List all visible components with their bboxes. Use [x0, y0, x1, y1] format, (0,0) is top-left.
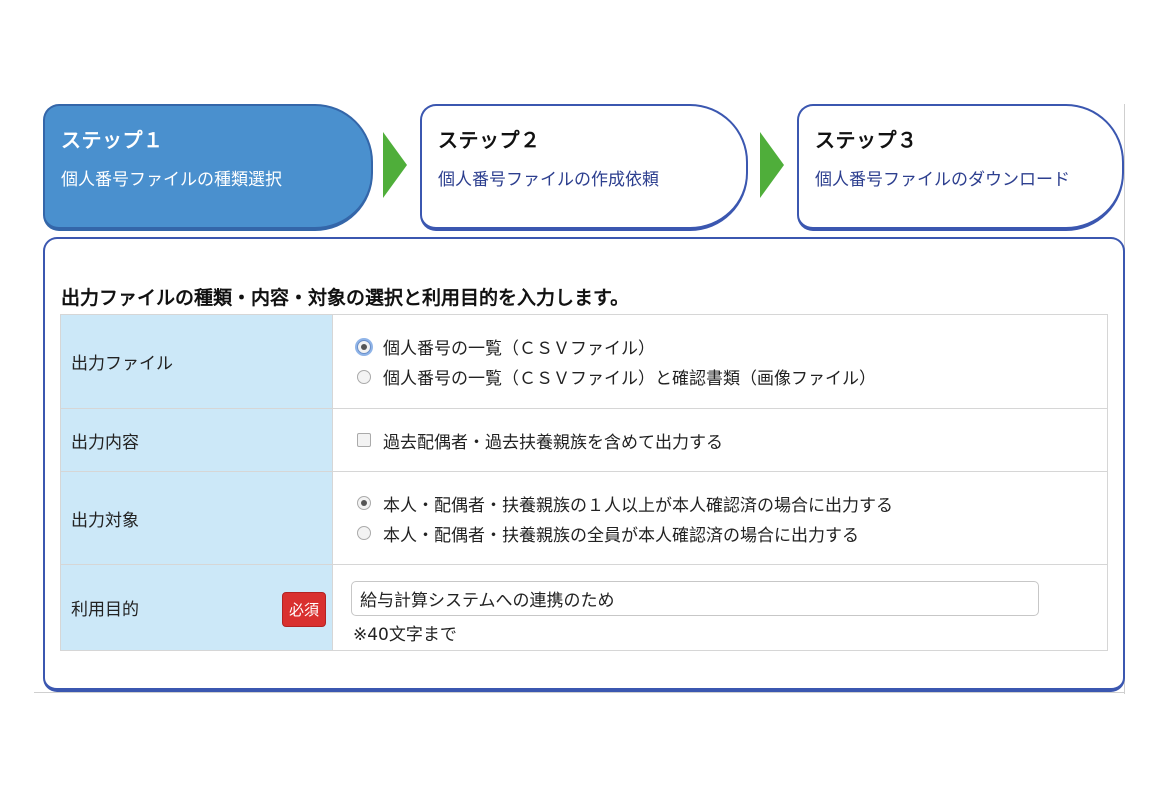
step-3-title: ステップ３: [815, 128, 918, 152]
radio-button[interactable]: [357, 369, 371, 384]
output-file-options: 個人番号の一覧（ＣＳＶファイル） 個人番号の一覧（ＣＳＶファイル）と確認書類（画…: [332, 314, 1108, 409]
step-1-subtitle: 個人番号ファイルの種類選択: [61, 170, 282, 190]
output-content-label: 出力内容: [60, 408, 333, 472]
purpose-label-cell: 利用目的 必須: [60, 564, 333, 651]
include-past-dependents-checkbox[interactable]: [357, 433, 371, 447]
output-target-options: 本人・配偶者・扶養親族の１人以上が本人確認済の場合に出力する 本人・配偶者・扶養…: [332, 471, 1108, 565]
include-past-dependents-option[interactable]: 過去配偶者・過去扶養親族を含めて出力する: [357, 425, 1083, 455]
output-file-option-csv[interactable]: 個人番号の一覧（ＣＳＶファイル）: [357, 332, 1083, 362]
output-target-label: 出力対象: [60, 471, 333, 565]
step-2: ステップ２ 個人番号ファイルの作成依頼: [420, 104, 748, 231]
purpose-input-cell: ※40文字まで: [332, 564, 1108, 651]
purpose-label: 利用目的: [71, 600, 139, 620]
output-target-option-any[interactable]: 本人・配偶者・扶養親族の１人以上が本人確認済の場合に出力する: [357, 488, 1083, 518]
output-file-option-csv-images[interactable]: 個人番号の一覧（ＣＳＶファイル）と確認書類（画像ファイル）: [357, 362, 1083, 392]
step-1-active: ステップ１ 個人番号ファイルの種類選択: [43, 104, 373, 231]
step-2-subtitle: 個人番号ファイルの作成依頼: [438, 170, 659, 190]
output-target-option-all[interactable]: 本人・配偶者・扶養親族の全員が本人確認済の場合に出力する: [357, 518, 1083, 548]
step-3-subtitle: 個人番号ファイルのダウンロード: [815, 170, 1070, 190]
output-file-label: 出力ファイル: [60, 314, 333, 409]
step-3: ステップ３ 個人番号ファイルのダウンロード: [797, 104, 1124, 231]
form-panel: 出力ファイルの種類・内容・対象の選択と利用目的を入力します。 出力ファイル 個人…: [43, 237, 1125, 692]
step-1-title: ステップ１: [61, 128, 164, 152]
frame-bottom-border: [34, 692, 1125, 693]
option-label: 本人・配偶者・扶養親族の１人以上が本人確認済の場合に出力する: [383, 495, 893, 516]
step-arrow-right-icon: [760, 132, 784, 198]
option-label: 本人・配偶者・扶養親族の全員が本人確認済の場合に出力する: [383, 525, 859, 546]
table-row: 出力ファイル 個人番号の一覧（ＣＳＶファイル） 個人番号の一覧（ＣＳＶファイル）…: [60, 314, 1108, 409]
checkbox-label: 過去配偶者・過去扶養親族を含めて出力する: [383, 432, 723, 453]
radio-button-checked[interactable]: [357, 339, 371, 354]
table-row: 出力内容 過去配偶者・過去扶養親族を含めて出力する: [60, 408, 1108, 472]
table-row: 利用目的 必須 ※40文字まで: [60, 564, 1108, 651]
output-content-options: 過去配偶者・過去扶養親族を含めて出力する: [332, 408, 1108, 472]
form-table: 出力ファイル 個人番号の一覧（ＣＳＶファイル） 個人番号の一覧（ＣＳＶファイル）…: [60, 314, 1108, 651]
step-arrow-right-icon: [383, 132, 407, 198]
purpose-input[interactable]: [351, 580, 1039, 616]
required-badge: 必須: [281, 592, 326, 627]
radio-button-checked[interactable]: [357, 496, 371, 510]
panel-heading: 出力ファイルの種類・内容・対象の選択と利用目的を入力します。: [61, 287, 630, 309]
option-label: 個人番号の一覧（ＣＳＶファイル）: [383, 339, 655, 359]
step-2-title: ステップ２: [438, 128, 541, 152]
table-row: 出力対象 本人・配偶者・扶養親族の１人以上が本人確認済の場合に出力する 本人・配…: [60, 471, 1108, 565]
option-label: 個人番号の一覧（ＣＳＶファイル）と確認書類（画像ファイル）: [383, 369, 876, 389]
radio-button[interactable]: [357, 526, 371, 540]
purpose-hint: ※40文字まで: [353, 624, 457, 645]
